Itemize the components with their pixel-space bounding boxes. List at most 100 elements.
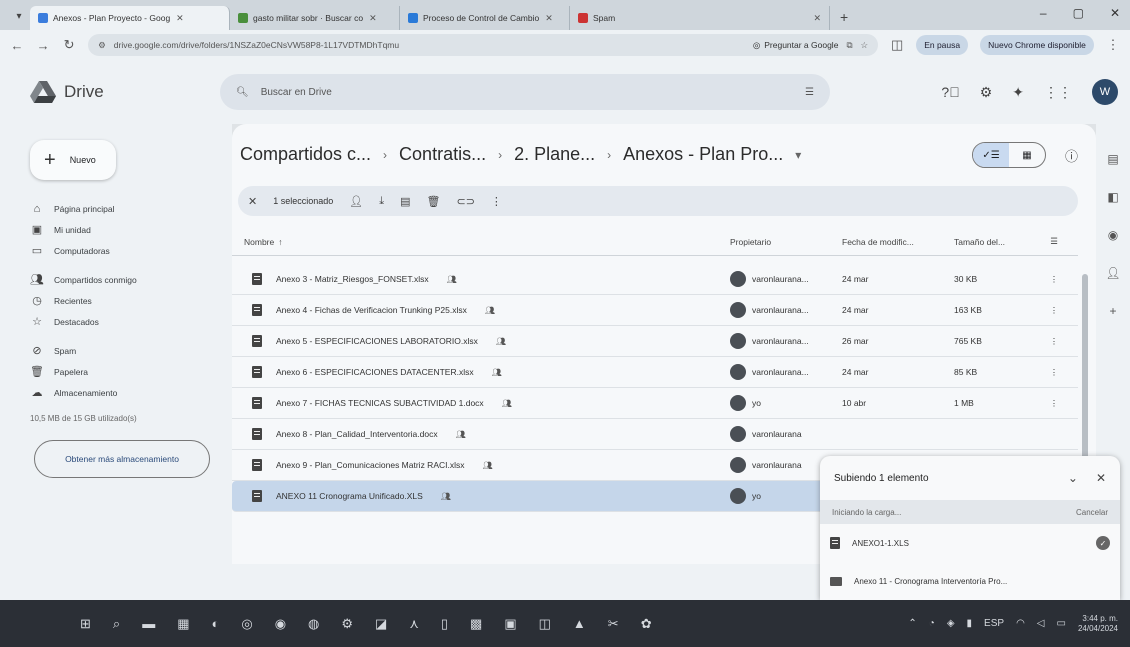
keep-icon[interactable]: ◧ [1107,190,1118,204]
collapse-chevron-icon[interactable]: ⌄ [1068,471,1078,485]
copy-link-icon[interactable]: ⊂⊃ [456,195,474,208]
browser-tab-drive[interactable]: Anexos - Plan Proyecto - Goog ✕ [30,6,230,30]
breadcrumb-item[interactable]: 2. Plane... [514,144,595,165]
window-close-icon[interactable]: ✕ [1110,6,1120,20]
row-more-icon[interactable]: ⋮ [1034,336,1074,347]
site-info-icon[interactable]: ⚙ [98,40,106,51]
taskbar-clock[interactable]: 3:44 p. m. 24/04/2024 [1078,614,1118,634]
breadcrumb-current-folder[interactable]: Anexos - Plan Pro... [623,144,783,165]
list-view-icon[interactable]: ✓☰ [973,143,1009,167]
more-actions-icon[interactable]: ⋮ [491,195,502,208]
gemini-sparkle-icon[interactable]: ✦ [1012,84,1024,101]
ask-google-button[interactable]: ◎ Preguntar a Google [753,40,839,51]
table-row[interactable]: Anexo 8 - Plan_Calidad_Interventoria.doc… [232,419,1078,450]
column-owner[interactable]: Propietario [730,237,842,247]
volume-icon[interactable]: ◁ [1037,618,1045,629]
copilot-icon[interactable]: ✿ [641,616,652,632]
tab-close-icon[interactable]: ✕ [813,13,821,24]
taskbar-search-icon[interactable]: ⌕ [113,616,120,632]
chrome-update-button[interactable]: Nuevo Chrome disponible [980,35,1094,55]
details-info-icon[interactable]: ⓘ [1065,146,1078,165]
sort-options-icon[interactable]: ☰ [1034,236,1074,247]
search-icon[interactable]: 🔍︎ [236,87,249,98]
search-input[interactable]: Buscar en Drive [261,87,793,98]
browser-tab-spam[interactable]: Spam ✕ [570,6,830,30]
download-icon[interactable]: ⤓ [379,195,384,208]
tab-close-icon[interactable]: ✕ [176,13,184,24]
add-addon-icon[interactable]: + [1109,304,1116,318]
row-more-icon[interactable]: ⋮ [1034,305,1074,316]
chrome-profile-icon[interactable]: ◉ [275,616,286,632]
sidebar-item-home[interactable]: ⌂ Página principal [20,198,232,219]
breadcrumb-item[interactable]: Compartidos c... [240,144,371,165]
account-avatar[interactable]: W [1092,79,1118,105]
share-person-icon[interactable]: 👤︎ [349,195,363,208]
upload-item[interactable]: Anexo 11 - Cronograma Interventoría Pro.… [820,562,1120,600]
drive-search-bar[interactable]: 🔍︎ Buscar en Drive ☰ [220,74,830,110]
back-icon[interactable]: ← [10,38,24,53]
sidebar-item-spam[interactable]: ⊘ Spam [20,340,232,361]
sidebar-item-computers[interactable]: ▭ Computadoras [20,240,232,261]
browser-menu-icon[interactable]: ⋮ [1106,37,1120,53]
sidebar-item-trash[interactable]: 🗑︎ Papelera [20,361,232,382]
calendar-icon[interactable]: ▤ [1107,152,1118,166]
search-filter-icon[interactable]: ☰ [805,87,814,98]
sidebar-item-my-drive[interactable]: ▣ Mi unidad [20,219,232,240]
start-windows-icon[interactable]: ⊞ [80,616,91,632]
clear-selection-icon[interactable]: ✕ [248,195,257,208]
edge-browser-icon[interactable]: ◐ [211,616,219,631]
minimize-icon[interactable]: – [1040,6,1047,20]
file-explorer-icon[interactable]: ▦ [177,616,189,632]
close-upload-icon[interactable]: ✕ [1096,471,1106,485]
screen-share-icon[interactable]: ⧉ [846,40,852,51]
address-bar[interactable]: ⚙ drive.google.com/drive/folders/1NSZaZ0… [88,34,879,56]
contacts-icon[interactable]: 👤︎ [1105,266,1120,280]
tasks-icon[interactable]: ◉ [1108,228,1118,242]
row-more-icon[interactable]: ⋮ [1034,274,1074,285]
column-modified[interactable]: Fecha de modific... [842,237,954,247]
reload-icon[interactable]: ↻ [62,37,76,53]
breadcrumb-item[interactable]: Contratis... [399,144,486,165]
apps-grid-icon[interactable]: ⋮⋮ [1044,84,1072,101]
chrome-browser-icon[interactable]: ◎ [241,616,252,632]
excel-icon[interactable]: ▩ [470,616,482,632]
bookmark-star-icon[interactable]: ☆ [861,40,869,51]
settings-gear-icon[interactable]: ⚙ [980,84,993,101]
row-more-icon[interactable]: ⋮ [1034,398,1074,409]
teams-icon[interactable]: ◪ [375,616,387,632]
upload-item[interactable]: ANEXO1-1.XLS ✓ [820,524,1120,562]
sidebar-item-starred[interactable]: ☆ Destacados [20,311,232,332]
caret-down-icon[interactable]: ▾ [795,148,801,162]
outlook-icon[interactable]: ◫ [539,616,551,632]
photos-icon[interactable]: ▲ [573,616,586,631]
help-icon[interactable]: ?⃝ [941,84,959,100]
snipping-tool-icon[interactable]: ✂ [608,616,619,632]
new-button[interactable]: + Nuevo [30,140,116,180]
wifi-icon[interactable]: ◠ [1016,618,1025,629]
tab-close-icon[interactable]: ✕ [545,13,553,24]
extensions-icon[interactable]: ◫ [890,37,904,53]
sidebar-item-recent[interactable]: ◷ Recientes [20,290,232,311]
tray-usb-icon[interactable]: ▮ [967,618,973,629]
table-row[interactable]: Anexo 4 - Fichas de Verificacion Trunkin… [232,295,1078,326]
new-tab-icon[interactable]: + [840,9,848,25]
forward-icon[interactable]: → [36,38,50,53]
media-app-icon[interactable]: ◍ [308,616,319,632]
sidebar-item-shared[interactable]: 👥︎ Compartidos conmigo [20,269,232,290]
tray-security-icon[interactable]: ◈ [947,618,955,629]
word-icon[interactable]: ▣ [504,616,516,632]
column-name[interactable]: Nombre ↑ [232,237,730,247]
settings-taskbar-icon[interactable]: ⚙ [341,616,353,632]
battery-icon[interactable]: ▭ [1057,618,1066,629]
column-size[interactable]: Tamaño del... [954,237,1034,247]
grid-view-icon[interactable]: ▦ [1009,143,1045,167]
table-row[interactable]: Anexo 5 - ESPECIFICACIONES LABORATORIO.x… [232,326,1078,357]
drive-logo[interactable]: Drive [30,81,220,103]
table-row[interactable]: Anexo 6 - ESPECIFICACIONES DATACENTER.xl… [232,357,1078,388]
tab-close-icon[interactable]: ✕ [369,13,377,24]
move-folder-icon[interactable]: ▤ [400,195,410,208]
maximize-icon[interactable]: ▢ [1073,6,1084,20]
profile-paused-button[interactable]: En pausa [916,35,969,55]
browser-tab-process[interactable]: Proceso de Control de Cambio ✕ [400,6,570,30]
tab-search-chevron-icon[interactable]: ▾ [8,5,30,27]
